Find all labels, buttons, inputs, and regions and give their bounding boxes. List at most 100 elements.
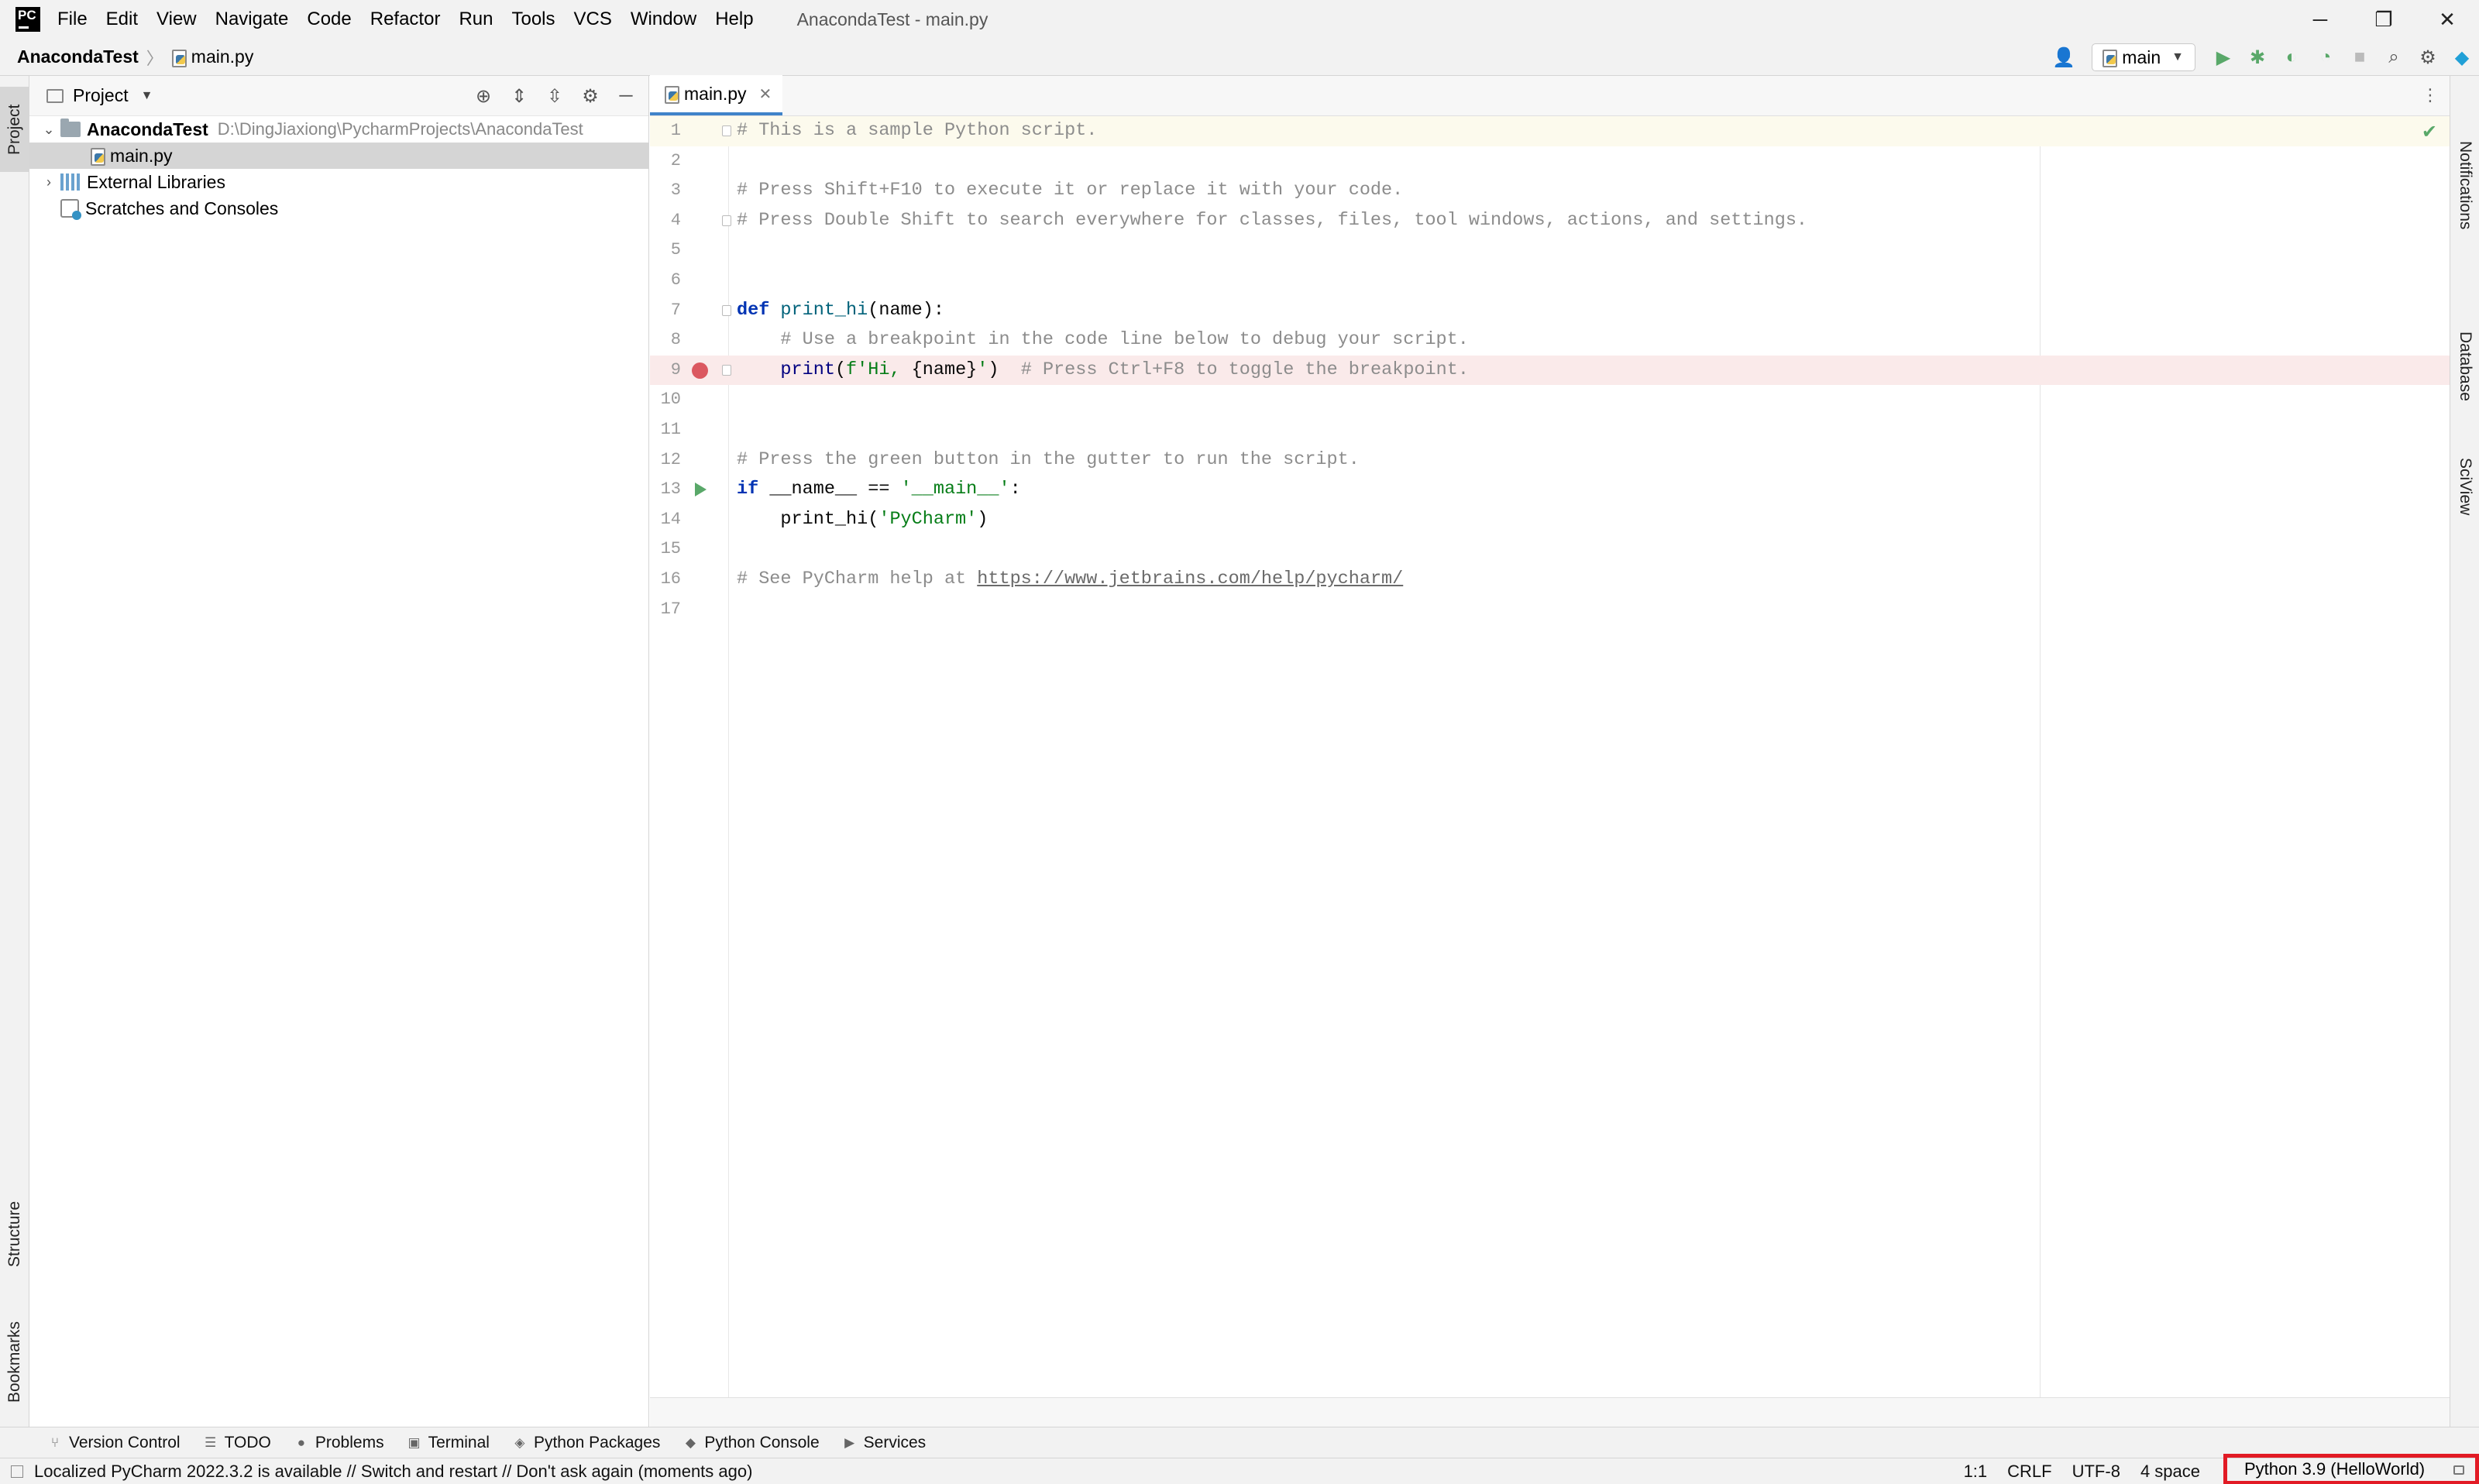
code-area[interactable]: 1 # This is a sample Python script. 2 3 … xyxy=(650,116,2450,1397)
indent-setting[interactable]: 4 space xyxy=(2140,1462,2200,1482)
code-line[interactable]: 3 # Press Shift+F10 to execute it or rep… xyxy=(650,176,2450,206)
restore-button[interactable]: ❐ xyxy=(2352,0,2415,39)
code-line[interactable]: 12 # Press the green button in the gutte… xyxy=(650,445,2450,476)
code-line[interactable]: 14 print_hi('PyCharm') xyxy=(650,505,2450,535)
gear-icon[interactable]: ⚙ xyxy=(572,76,608,116)
code-line[interactable]: 10 xyxy=(650,385,2450,415)
tree-item-external-libraries[interactable]: › External Libraries xyxy=(29,169,648,195)
editor-tab-main-py[interactable]: main.py ✕ xyxy=(650,75,783,115)
folder-icon xyxy=(46,88,64,103)
debug-icon[interactable]: ✱ xyxy=(2240,39,2274,76)
fold-marker-icon[interactable] xyxy=(722,304,731,316)
profile-icon[interactable]: ◔ xyxy=(2309,39,2343,76)
menu-run[interactable]: Run xyxy=(459,9,493,30)
tree-item-project-root[interactable]: ⌄ AnacondaTest D:\DingJiaxiong\PycharmPr… xyxy=(29,116,648,143)
code-line[interactable]: 11 xyxy=(650,415,2450,445)
fold-marker-icon[interactable] xyxy=(722,125,731,136)
file-encoding[interactable]: UTF-8 xyxy=(2072,1462,2120,1482)
tree-item-scratches[interactable]: Scratches and Consoles xyxy=(29,195,648,222)
run-icon[interactable]: ▶ xyxy=(2206,39,2240,76)
code-line[interactable]: 6 xyxy=(650,266,2450,296)
python-interpreter-selector[interactable]: Python 3.9 (HelloWorld) xyxy=(2223,1454,2479,1484)
menu-navigate[interactable]: Navigate xyxy=(215,9,289,30)
locate-icon[interactable]: ⊕ xyxy=(466,76,501,116)
close-window-button[interactable]: ✕ xyxy=(2415,0,2479,39)
menu-file[interactable]: File xyxy=(57,9,88,30)
breadcrumb-file[interactable]: main.py xyxy=(191,46,254,67)
user-icon[interactable]: 👤 xyxy=(2047,39,2081,76)
tool-label: Version Control xyxy=(69,1433,181,1451)
menu-code[interactable]: Code xyxy=(307,9,351,30)
tool-problems[interactable]: ● Problems xyxy=(294,1434,384,1452)
code-text: if __name__ == '__main__': xyxy=(737,475,1021,505)
code-line[interactable]: 13 if __name__ == '__main__': xyxy=(650,475,2450,505)
code-text: print(f'Hi, {name}') # Press Ctrl+F8 to … xyxy=(737,356,1469,386)
close-icon[interactable]: ✕ xyxy=(759,84,772,104)
toggle-tool-windows-icon[interactable] xyxy=(11,1465,23,1478)
chevron-right-icon[interactable]: › xyxy=(37,174,60,191)
title-bar: PC File Edit View Navigate Code Refactor… xyxy=(0,0,2479,39)
fold-marker-icon[interactable] xyxy=(722,215,731,226)
menu-window[interactable]: Window xyxy=(631,9,696,30)
code-line-breakpoint[interactable]: 9 print(f'Hi, {name}') # Press Ctrl+F8 t… xyxy=(650,355,2450,386)
code-line[interactable]: 4 # Press Double Shift to search everywh… xyxy=(650,206,2450,236)
status-bar: Localized PyCharm 2022.3.2 is available … xyxy=(0,1454,2479,1484)
minimize-button[interactable]: ─ xyxy=(2288,0,2352,39)
tool-version-control[interactable]: ⑂ Version Control xyxy=(48,1434,181,1452)
editor: main.py ✕ ⋮ 1 # This is a sample Python … xyxy=(650,75,2450,1427)
tool-terminal[interactable]: ▣ Terminal xyxy=(407,1434,490,1452)
menu-tools[interactable]: Tools xyxy=(511,9,555,30)
breadcrumb-project[interactable]: AnacondaTest xyxy=(17,46,139,67)
caret-position[interactable]: 1:1 xyxy=(1964,1462,1988,1482)
stop-icon[interactable]: ■ xyxy=(2343,39,2377,76)
chevron-down-icon[interactable]: ▼ xyxy=(141,89,153,103)
tool-python-packages[interactable]: ◈ Python Packages xyxy=(513,1434,660,1452)
tool-tab-bookmarks[interactable]: Bookmarks xyxy=(0,1300,29,1424)
code-line[interactable]: 8 # Use a breakpoint in the code line be… xyxy=(650,325,2450,356)
code-line[interactable]: 5 xyxy=(650,235,2450,266)
coverage-icon[interactable]: ◐ xyxy=(2274,39,2309,76)
status-message[interactable]: Localized PyCharm 2022.3.2 is available … xyxy=(34,1462,752,1482)
code-line[interactable]: 7 def print_hi(name): xyxy=(650,296,2450,326)
branch-icon: ⑂ xyxy=(50,1434,60,1450)
lock-icon[interactable] xyxy=(2453,1465,2464,1475)
menu-refactor[interactable]: Refactor xyxy=(370,9,441,30)
collapse-all-icon[interactable]: ⇳ xyxy=(537,76,572,116)
search-icon[interactable]: ⌕ xyxy=(2377,39,2411,76)
tree-item-main-py[interactable]: main.py xyxy=(29,143,648,169)
chevron-down-icon[interactable]: ⌄ xyxy=(37,122,60,138)
hide-icon[interactable]: ─ xyxy=(608,76,644,116)
code-line[interactable]: 15 xyxy=(650,534,2450,565)
tool-todo[interactable]: ☰ TODO xyxy=(204,1434,271,1452)
project-view-selector[interactable]: Project xyxy=(73,85,129,106)
code-line[interactable]: 17 xyxy=(650,595,2450,625)
code-line[interactable]: 16 # See PyCharm help at https://www.jet… xyxy=(650,565,2450,595)
tool-tab-project[interactable]: Project xyxy=(0,87,29,172)
help-link[interactable]: https://www.jetbrains.com/help/pycharm/ xyxy=(977,569,1403,589)
breakpoint-icon[interactable] xyxy=(692,362,708,379)
expand-all-icon[interactable]: ⇕ xyxy=(501,76,537,116)
code-line[interactable]: 1 # This is a sample Python script. xyxy=(650,116,2450,146)
run-gutter-icon[interactable] xyxy=(695,483,707,497)
fold-marker-icon[interactable] xyxy=(722,364,731,376)
menu-help[interactable]: Help xyxy=(715,9,753,30)
tool-tab-database[interactable]: Database xyxy=(2450,308,2479,424)
code-line[interactable]: 2 xyxy=(650,146,2450,177)
tool-python-console[interactable]: ◆ Python Console xyxy=(683,1434,820,1452)
line-number: 13 xyxy=(660,479,681,500)
more-icon[interactable]: ⋮ xyxy=(2422,85,2439,105)
editor-horizontal-scrollbar[interactable] xyxy=(650,1397,2450,1427)
problems-icon: ● xyxy=(297,1434,306,1450)
line-separator[interactable]: CRLF xyxy=(2007,1462,2051,1482)
menu-edit[interactable]: Edit xyxy=(106,9,138,30)
settings-icon[interactable]: ⚙ xyxy=(2411,39,2445,76)
inspection-ok-icon[interactable]: ✔ xyxy=(2422,121,2437,143)
menu-view[interactable]: View xyxy=(156,9,197,30)
tool-tab-sciview[interactable]: SciView xyxy=(2450,432,2479,541)
jetbrains-toolbox-icon[interactable]: ◆ xyxy=(2445,39,2479,76)
run-configuration-select[interactable]: main ▼ xyxy=(2092,43,2195,71)
menu-vcs[interactable]: VCS xyxy=(574,9,612,30)
tool-services[interactable]: ▶ Services xyxy=(843,1434,926,1452)
tool-tab-notifications[interactable]: Notifications xyxy=(2450,88,2479,282)
tool-tab-structure[interactable]: Structure xyxy=(0,1183,29,1284)
